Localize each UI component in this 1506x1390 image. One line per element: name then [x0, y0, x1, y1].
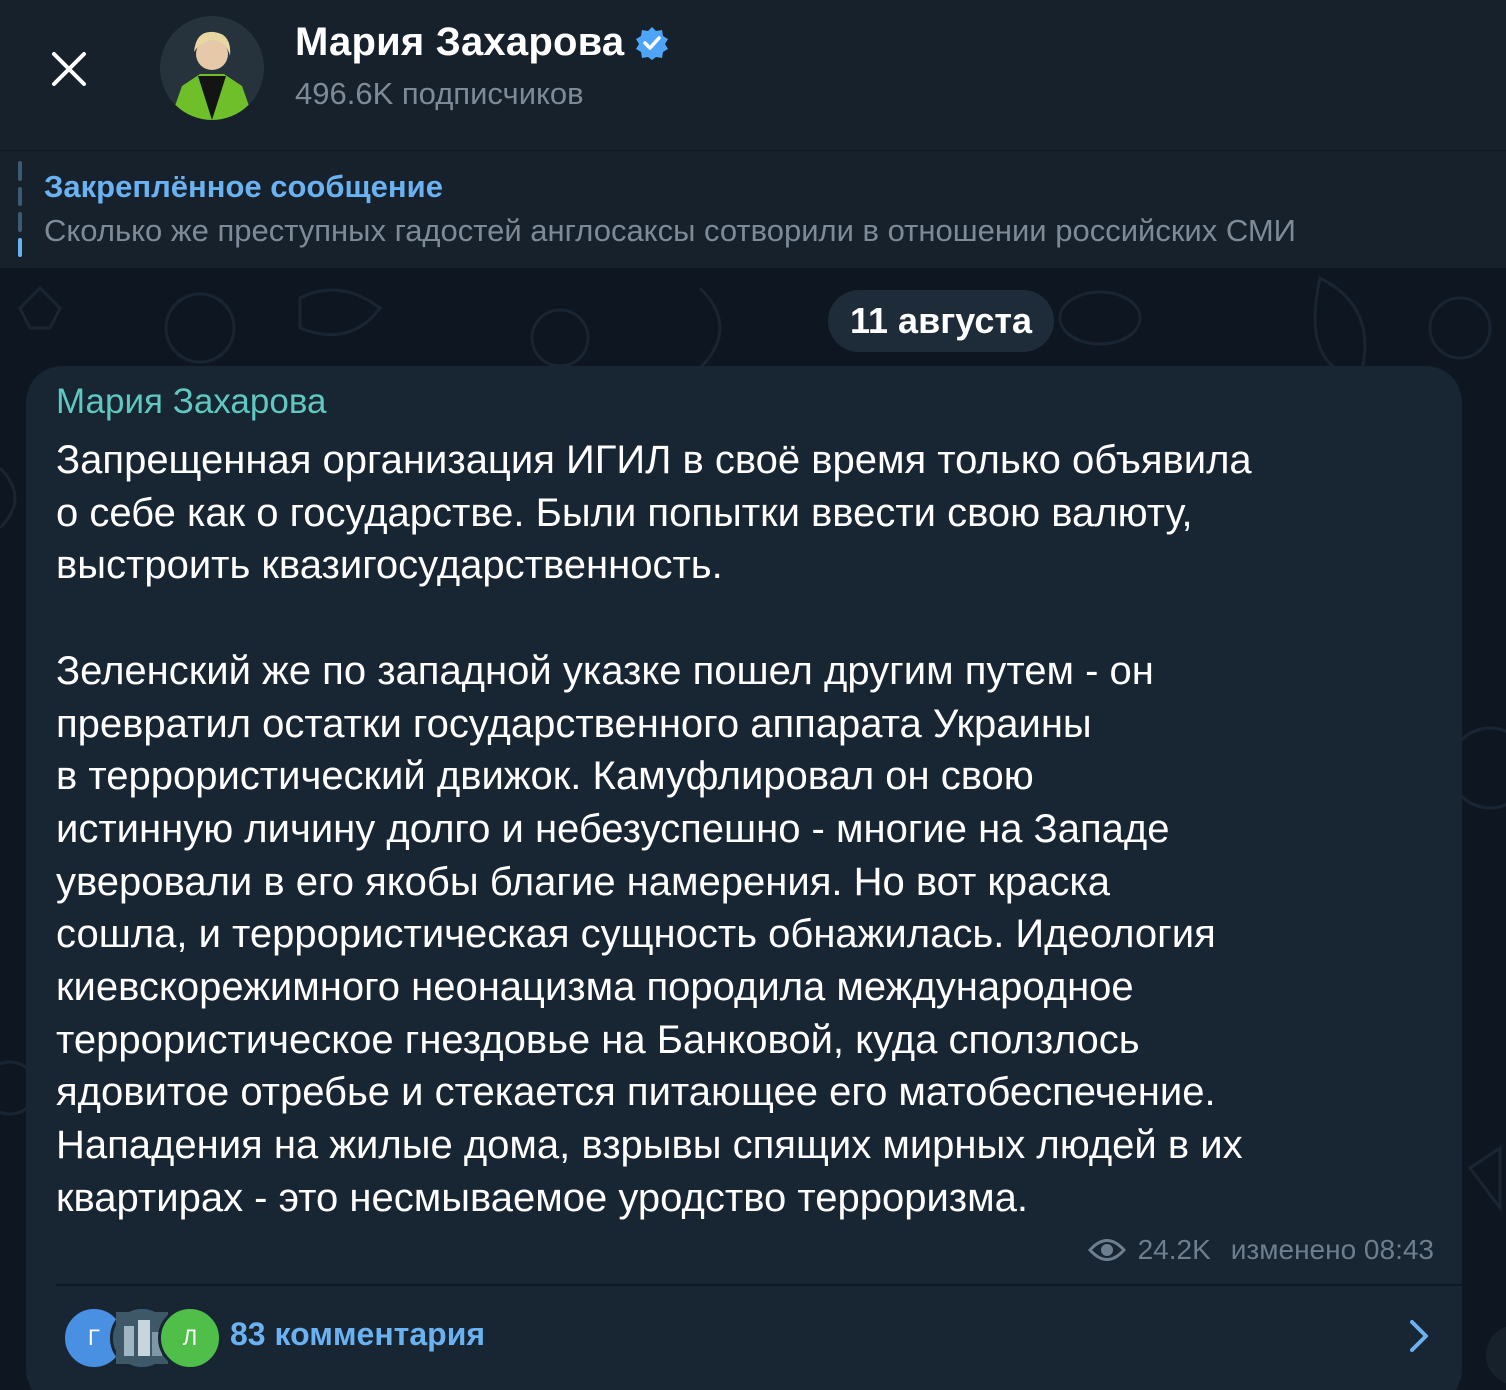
- edited-time: изменено 08:43: [1230, 1234, 1434, 1265]
- message-sender[interactable]: Мария Захарова: [56, 382, 326, 422]
- chat-area: 11 августа Мария Захарова Запрещенная ор…: [0, 268, 1506, 1390]
- channel-name-text: Мария Захарова: [295, 20, 625, 64]
- pinned-preview: Сколько же преступных гадостей англосакс…: [44, 213, 1296, 248]
- comments-button[interactable]: Г Л 83 комментария: [56, 1286, 1462, 1386]
- close-icon: [52, 52, 86, 86]
- message-text: Запрещенная организация ИГИЛ в своё врем…: [56, 438, 1252, 1220]
- message-meta: 24.2K изменено 08:43: [1087, 1234, 1434, 1266]
- message-bubble[interactable]: Мария Захарова Запрещенная организация И…: [26, 366, 1462, 1390]
- view-count: 24.2K: [1137, 1234, 1211, 1265]
- channel-avatar[interactable]: [160, 16, 264, 120]
- views-eye-icon: [1087, 1239, 1126, 1261]
- close-button[interactable]: [40, 40, 98, 98]
- pinned-title: Закреплённое сообщение: [44, 169, 443, 204]
- subscriber-count: 496.6K подписчиков: [295, 76, 584, 111]
- pinned-indicator: [18, 161, 22, 257]
- commenter-avatars: Г Л: [62, 1306, 222, 1370]
- date-separator: 11 августа: [828, 290, 1055, 352]
- channel-header: Мария Захарова 496.6K подписчиков: [0, 0, 1506, 150]
- verified-badge-icon: [636, 26, 669, 60]
- pinned-message-bar[interactable]: Закреплённое сообщение Сколько же престу…: [0, 150, 1506, 269]
- commenter-avatar: Л: [158, 1306, 222, 1370]
- channel-title[interactable]: Мария Захарова: [295, 20, 670, 65]
- comments-count: 83 комментария: [230, 1316, 486, 1352]
- chevron-right-icon: [1410, 1320, 1428, 1352]
